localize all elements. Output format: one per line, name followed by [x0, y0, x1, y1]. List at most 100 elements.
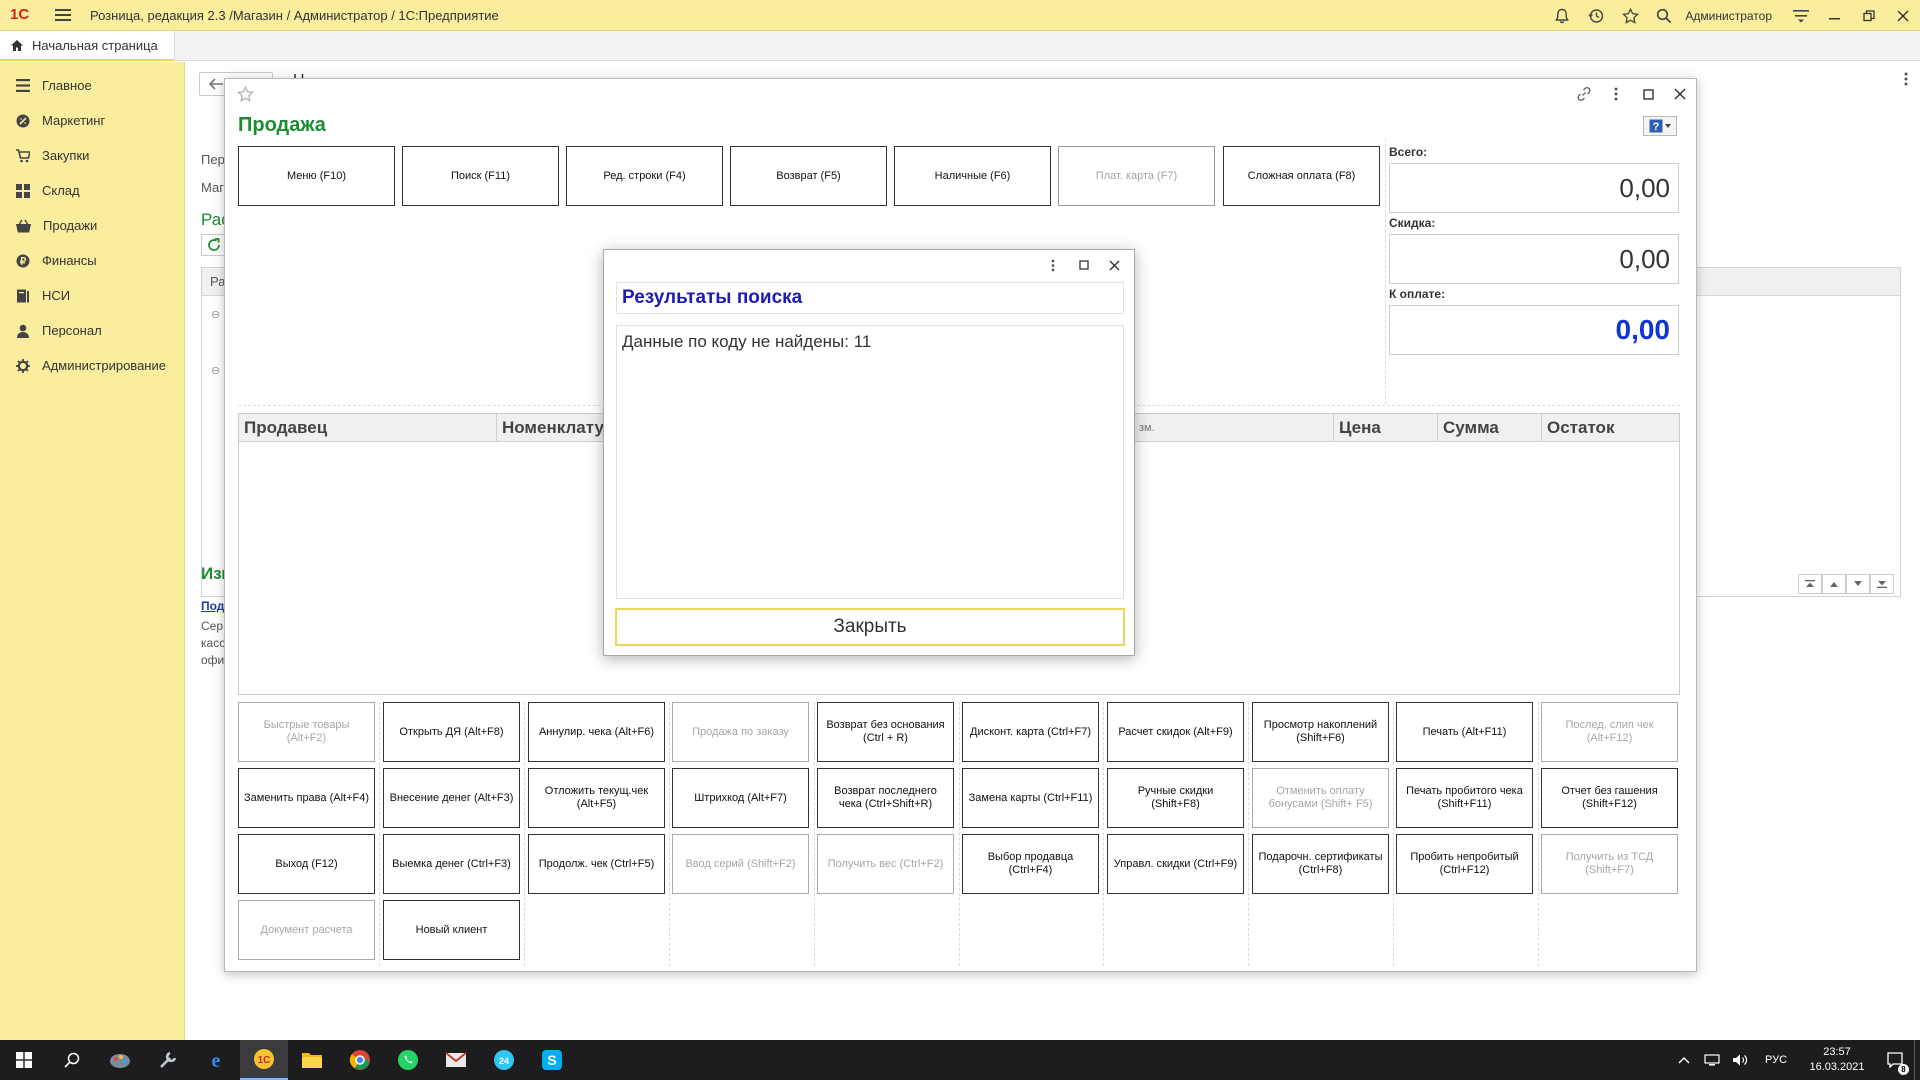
action-button[interactable]: Пробить непробитый (Ctrl+F12) [1396, 834, 1533, 894]
action-button[interactable]: Открыть ДЯ (Alt+F8) [383, 702, 520, 762]
cash-button[interactable]: Наличные (F6) [894, 146, 1051, 206]
action-button[interactable]: Продолж. чек (Ctrl+F5) [528, 834, 665, 894]
action-button[interactable]: Получить из ТСД (Shift+F7) [1541, 834, 1678, 894]
favorites-icon[interactable] [1613, 0, 1647, 31]
action-button[interactable]: Печать пробитого чека (Shift+F11) [1396, 768, 1533, 828]
action-button[interactable]: Заменить права (Alt+F4) [238, 768, 375, 828]
action-button[interactable]: Отложить текущ.чек (Alt+F5) [528, 768, 665, 828]
sidebar-item-purchases[interactable]: Закупки [0, 138, 184, 173]
action-button[interactable]: Подарочн. сертификаты (Ctrl+F8) [1252, 834, 1389, 894]
settings-menu-icon[interactable] [1784, 0, 1818, 31]
action-button[interactable]: Дисконт. карта (Ctrl+F7) [962, 702, 1099, 762]
sidebar-item-nsi[interactable]: НСИ [0, 278, 184, 313]
app-icon-1c[interactable]: 1С [240, 1040, 288, 1080]
scroll-top-icon[interactable] [1798, 574, 1822, 594]
collapse-icon[interactable]: ⊖ [211, 364, 220, 377]
sidebar-item-admin[interactable]: Администрирование [0, 348, 184, 383]
back-arrow-icon[interactable] [208, 77, 224, 91]
notification-center-icon[interactable]: 8 [1876, 1052, 1914, 1075]
chevron-up-icon[interactable] [1670, 1056, 1698, 1064]
tab-home[interactable]: Начальная страница [0, 31, 175, 61]
search-button[interactable]: Поиск (F11) [402, 146, 559, 206]
scroll-up-icon[interactable] [1822, 574, 1846, 594]
restore-icon[interactable] [1852, 0, 1886, 31]
action-button[interactable]: Выемка денег (Ctrl+F3) [383, 834, 520, 894]
scroll-bottom-icon[interactable] [1870, 574, 1894, 594]
action-button[interactable]: Ручные скидки (Shift+F8) [1107, 768, 1244, 828]
complex-payment-button[interactable]: Сложная оплата (F8) [1223, 146, 1380, 206]
sidebar-item-finance[interactable]: ₽ Финансы [0, 243, 184, 278]
action-button[interactable]: Расчет скидок (Alt+F9) [1107, 702, 1244, 762]
return-button[interactable]: Возврат (F5) [730, 146, 887, 206]
chrome-icon[interactable] [336, 1040, 384, 1080]
minimize-icon[interactable] [1818, 0, 1852, 31]
clock[interactable]: 23:57 16.03.2021 [1798, 1045, 1876, 1075]
action-button[interactable]: Возврат без основания (Ctrl + R) [817, 702, 954, 762]
more-actions-icon[interactable] [1904, 72, 1908, 86]
bitrix24-icon[interactable]: 24 [480, 1040, 528, 1080]
edit-row-button[interactable]: Ред. строки (F4) [566, 146, 723, 206]
app-icon-paint[interactable] [96, 1040, 144, 1080]
action-button[interactable]: Внесение денег (Alt+F3) [383, 768, 520, 828]
skype-icon[interactable]: S [528, 1040, 576, 1080]
show-desktop[interactable] [1914, 1040, 1920, 1080]
col-unit[interactable]: зм. [1134, 414, 1334, 442]
action-button[interactable]: Продажа по заказу [672, 702, 809, 762]
action-button[interactable]: Ввод серий (Shift+F2) [672, 834, 809, 894]
edge-icon[interactable]: e [192, 1040, 240, 1080]
app-icon-tools[interactable] [144, 1040, 192, 1080]
more-icon[interactable] [1600, 87, 1632, 101]
action-button[interactable]: Управл. скидки (Ctrl+F9) [1107, 834, 1244, 894]
sidebar-item-warehouse[interactable]: Склад [0, 173, 184, 208]
close-icon[interactable] [1099, 260, 1130, 271]
volume-icon[interactable] [1726, 1053, 1754, 1067]
input-language[interactable]: РУС [1754, 1054, 1798, 1066]
action-button[interactable]: Выход (F12) [238, 834, 375, 894]
folder-icon[interactable] [288, 1040, 336, 1080]
action-button[interactable]: Замена карты (Ctrl+F11) [962, 768, 1099, 828]
action-button[interactable]: Печать (Alt+F11) [1396, 702, 1533, 762]
action-button[interactable]: Получить вес (Ctrl+F2) [817, 834, 954, 894]
card-payment-button[interactable]: Плат. карта (F7) [1058, 146, 1215, 206]
sidebar-item-main[interactable]: Главное [0, 68, 184, 103]
bg-link[interactable]: Под [201, 599, 224, 613]
start-icon[interactable] [0, 1040, 48, 1080]
search-icon[interactable] [48, 1040, 96, 1080]
help-button[interactable]: ? [1643, 116, 1677, 136]
col-seller[interactable]: Продавец [239, 414, 497, 442]
scroll-down-icon[interactable] [1846, 574, 1870, 594]
sidebar-item-sales[interactable]: Продажи [0, 208, 184, 243]
sidebar-item-personnel[interactable]: Персонал [0, 313, 184, 348]
action-button[interactable]: Просмотр накоплений (Shift+F6) [1252, 702, 1389, 762]
history-icon[interactable] [1579, 0, 1613, 31]
search-icon[interactable] [1647, 0, 1681, 31]
user-name[interactable]: Администратор [1685, 9, 1772, 23]
action-button[interactable]: Отменить оплату бонусами (Shift+ F5) [1252, 768, 1389, 828]
close-icon[interactable] [1886, 0, 1920, 31]
star-icon[interactable] [237, 86, 254, 102]
maximize-icon[interactable] [1068, 260, 1099, 270]
menu-icon[interactable] [55, 8, 71, 22]
network-icon[interactable] [1698, 1054, 1726, 1066]
whatsapp-icon[interactable] [384, 1040, 432, 1080]
more-icon[interactable] [1037, 259, 1068, 272]
collapse-icon[interactable]: ⊖ [211, 308, 220, 321]
maximize-icon[interactable] [1632, 88, 1664, 100]
col-price[interactable]: Цена [1334, 414, 1438, 442]
action-button[interactable]: Отчет без гашения (Shift+F12) [1541, 768, 1678, 828]
col-stock[interactable]: Остаток [1542, 414, 1679, 442]
link-icon[interactable] [1568, 86, 1600, 102]
action-button[interactable]: Новый клиент [383, 900, 520, 960]
action-button[interactable]: Послед. слип чек (Alt+F12) [1541, 702, 1678, 762]
close-icon[interactable] [1664, 88, 1696, 100]
action-button[interactable]: Быстрые товары (Alt+F2) [238, 702, 375, 762]
action-button[interactable]: Выбор продавца (Ctrl+F4) [962, 834, 1099, 894]
action-button[interactable]: Возврат последнего чека (Ctrl+Shift+R) [817, 768, 954, 828]
action-button[interactable]: Документ расчета [238, 900, 375, 960]
sidebar-item-marketing[interactable]: Маркетинг [0, 103, 184, 138]
close-button[interactable]: Закрыть [615, 608, 1125, 646]
action-button[interactable]: Аннулир. чека (Alt+F6) [528, 702, 665, 762]
mail-icon[interactable] [432, 1040, 480, 1080]
col-item[interactable]: Номенклату [497, 414, 607, 442]
menu-button[interactable]: Меню (F10) [238, 146, 395, 206]
